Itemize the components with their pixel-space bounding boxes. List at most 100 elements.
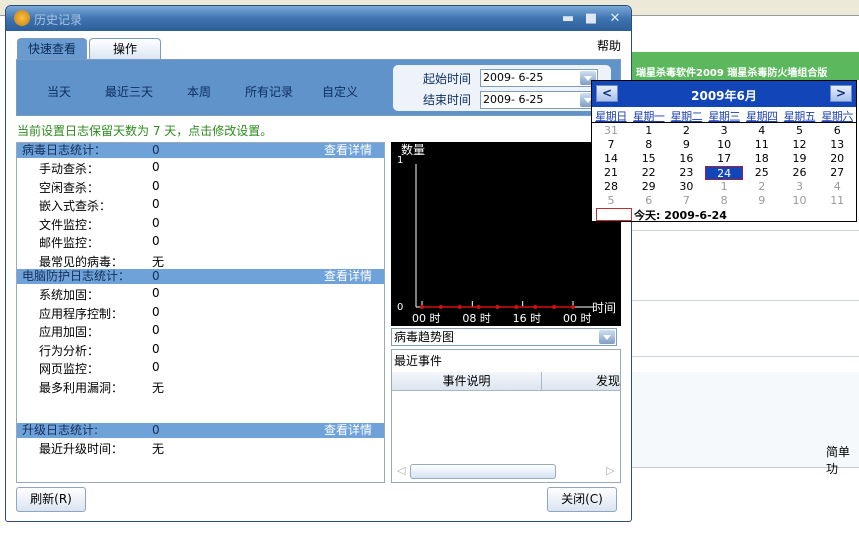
calendar-day[interactable]: 21 bbox=[592, 166, 630, 180]
calendar-day[interactable]: 18 bbox=[743, 152, 781, 166]
calendar-day[interactable]: 4 bbox=[743, 124, 781, 138]
view-details-link[interactable]: 查看详情 bbox=[324, 143, 372, 158]
background-text: 简单功 bbox=[826, 445, 851, 476]
data-point bbox=[514, 305, 519, 309]
calendar-day[interactable]: 3 bbox=[781, 180, 819, 194]
link-all-records[interactable]: 所有记录 bbox=[245, 83, 293, 100]
calendar-day[interactable]: 31 bbox=[592, 124, 630, 138]
calendar-day[interactable]: 20 bbox=[818, 152, 856, 166]
calendar-day[interactable]: 7 bbox=[592, 138, 630, 152]
horizontal-scrollbar[interactable]: ◁ ▷ bbox=[392, 462, 620, 480]
tab-operations[interactable]: 操作 bbox=[89, 38, 161, 59]
close-button[interactable]: 关闭(C) bbox=[547, 487, 617, 512]
calendar-day[interactable]: 7 bbox=[667, 194, 705, 208]
history-window: 历史记录 ▬ ■ ✕ 快速查看 操作 帮助 当天 最近三天 本周 所有记录 自定… bbox=[5, 5, 632, 522]
calendar-day[interactable]: 13 bbox=[818, 138, 856, 152]
calendar-day[interactable]: 28 bbox=[592, 180, 630, 194]
date-picker-calendar: 2009年6月 < > 星期日 星期一 星期二 星期三 星期四 星期五 星期六 今天: 20… bbox=[591, 80, 857, 222]
calendar-day[interactable]: 4 bbox=[818, 180, 856, 194]
calendar-day[interactable]: 2 bbox=[743, 180, 781, 194]
scroll-left-icon[interactable]: ◁ bbox=[397, 464, 405, 477]
weekday-label: 星期日 bbox=[595, 110, 627, 123]
calendar-day[interactable]: 16 bbox=[667, 152, 705, 166]
y-max-label: 1 bbox=[397, 155, 403, 166]
calendar-day[interactable]: 14 bbox=[592, 152, 630, 166]
calendar-day[interactable]: 19 bbox=[781, 152, 819, 166]
refresh-button[interactable]: 刷新(R) bbox=[16, 487, 86, 512]
calendar-day[interactable]: 8 bbox=[630, 138, 668, 152]
section-total: 0 bbox=[152, 423, 160, 437]
calendar-day[interactable]: 10 bbox=[705, 138, 743, 152]
column-event-description[interactable]: 事件说明 bbox=[392, 372, 542, 391]
data-point bbox=[533, 305, 538, 309]
chart-type-select[interactable]: 病毒趋势图 bbox=[391, 328, 617, 346]
stat-value: 0 bbox=[152, 304, 160, 319]
calendar-day[interactable]: 5 bbox=[781, 124, 819, 138]
data-point bbox=[457, 305, 462, 309]
link-last-3-days[interactable]: 最近三天 bbox=[105, 83, 153, 100]
column-found[interactable]: 发现 bbox=[543, 372, 620, 391]
stat-label: 邮件监控： bbox=[39, 236, 100, 250]
stat-label: 空闲查杀： bbox=[39, 180, 100, 195]
calendar-day[interactable]: 11 bbox=[743, 138, 781, 152]
next-month-button[interactable]: > bbox=[830, 85, 852, 102]
calendar-day[interactable]: 8 bbox=[705, 194, 743, 208]
calendar-day[interactable]: 11 bbox=[818, 194, 856, 208]
calendar-day[interactable]: 5 bbox=[592, 194, 630, 208]
view-details-link[interactable]: 查看详情 bbox=[324, 423, 372, 438]
calendar-day[interactable]: 1 bbox=[630, 124, 668, 138]
log-retention-notice[interactable]: 当前设置日志保留天数为 7 天，点击修改设置。 bbox=[17, 122, 272, 139]
maximize-button[interactable]: ■ bbox=[583, 11, 599, 27]
prev-month-button[interactable]: < bbox=[596, 85, 618, 102]
calendar-day[interactable]: 22 bbox=[630, 166, 668, 180]
calendar-day[interactable]: 30 bbox=[667, 180, 705, 194]
calendar-day[interactable]: 2 bbox=[667, 124, 705, 138]
lion-logo-icon bbox=[14, 10, 30, 26]
stat-label: 应用加固： bbox=[39, 325, 100, 339]
calendar-day[interactable]: 23 bbox=[667, 166, 705, 180]
stat-value: 0 bbox=[152, 160, 160, 174]
calendar-day[interactable]: 17 bbox=[705, 152, 743, 166]
weekday-label: 星期一 bbox=[632, 110, 665, 123]
calendar-day[interactable]: 25 bbox=[743, 166, 781, 180]
weekday-label: 星期三 bbox=[708, 110, 740, 123]
stat-value: 0 bbox=[152, 178, 160, 193]
stat-value: 0 bbox=[152, 197, 160, 211]
link-this-week[interactable]: 本周 bbox=[187, 83, 211, 100]
link-custom[interactable]: 自定义 bbox=[322, 83, 358, 100]
view-details-link[interactable]: 查看详情 bbox=[324, 269, 372, 284]
scroll-thumb[interactable] bbox=[410, 464, 556, 479]
section-header: 电脑防护日志统计： 0 查看详情 bbox=[17, 269, 384, 284]
calendar-day[interactable]: 12 bbox=[781, 138, 819, 152]
tab-quick-view[interactable]: 快速查看 bbox=[17, 38, 87, 59]
calendar-day[interactable]: 3 bbox=[705, 124, 743, 138]
window-title: 历史记录 bbox=[34, 13, 83, 27]
calendar-day[interactable]: 6 bbox=[818, 124, 856, 138]
calendar-day[interactable]: 1 bbox=[705, 180, 743, 194]
close-window-button[interactable]: ✕ bbox=[607, 11, 623, 27]
calendar-day[interactable]: 10 bbox=[781, 194, 819, 208]
calendar-day[interactable]: 24 bbox=[705, 166, 744, 180]
start-date-picker[interactable]: 2009- 6-25 bbox=[480, 69, 598, 87]
calendar-day[interactable]: 29 bbox=[630, 180, 668, 194]
calendar-day[interactable]: 27 bbox=[818, 166, 856, 180]
today-link[interactable]: 今天: 2009-6-24 bbox=[634, 207, 727, 223]
calendar-day[interactable]: 15 bbox=[630, 152, 668, 166]
calendar-day[interactable]: 6 bbox=[630, 194, 668, 208]
dropdown-arrow-icon[interactable] bbox=[599, 330, 615, 344]
stat-value: 无 bbox=[152, 380, 165, 395]
end-date-picker[interactable]: 2009- 6-25 bbox=[480, 91, 598, 109]
start-date-value: 2009- 6-25 bbox=[483, 71, 544, 84]
scroll-right-icon[interactable]: ▷ bbox=[606, 464, 614, 477]
minimize-button[interactable]: ▬ bbox=[560, 11, 576, 27]
calendar-day[interactable]: 26 bbox=[781, 166, 819, 180]
background-panel bbox=[630, 372, 859, 468]
calendar-day[interactable]: 9 bbox=[667, 138, 705, 152]
title-bar[interactable]: 历史记录 ▬ ■ ✕ bbox=[6, 6, 631, 31]
calendar-day[interactable]: 9 bbox=[743, 194, 781, 208]
link-today[interactable]: 当天 bbox=[47, 83, 71, 100]
help-link[interactable]: 帮助 bbox=[597, 37, 621, 54]
section-title: 电脑防护日志统计： bbox=[22, 269, 131, 283]
virus-trend-chart: 数量 1 0 时间 00 时 08 时 16 时 00 时 bbox=[391, 142, 621, 326]
x-tick-label: 16 时 bbox=[513, 312, 541, 325]
